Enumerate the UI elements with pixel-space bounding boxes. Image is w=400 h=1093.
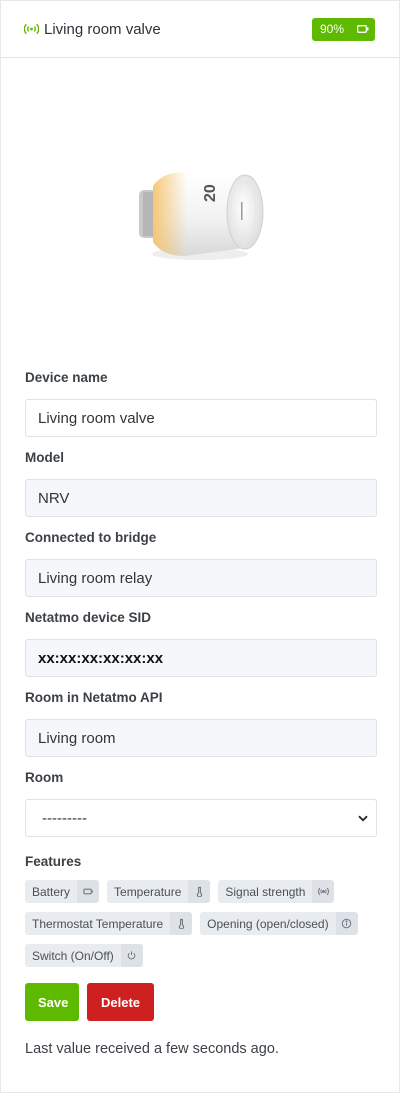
feature-tag-thermostat: Thermostat Temperature bbox=[25, 912, 193, 935]
feature-tag-label: Thermostat Temperature bbox=[32, 916, 164, 931]
room-select[interactable]: --------- bbox=[25, 799, 377, 837]
model-field: Model NRV bbox=[25, 450, 377, 517]
device-name-label: Device name bbox=[25, 370, 108, 385]
feature-tag-label: Switch (On/Off) bbox=[32, 948, 114, 963]
delete-button[interactable]: Delete bbox=[87, 983, 154, 1021]
battery-level: 90% bbox=[319, 22, 344, 36]
last-value-status: Last value received a few seconds ago. bbox=[25, 1041, 279, 1057]
room-select-value: --------- bbox=[42, 809, 87, 827]
feature-tag-signal: Signal strength bbox=[218, 880, 335, 903]
bridge-field: Connected to bridge Living room relay bbox=[25, 530, 377, 597]
feature-tags: Battery Temperature Signal strength Ther… bbox=[25, 880, 377, 967]
save-button[interactable]: Save bbox=[25, 983, 79, 1021]
features-label: Features bbox=[25, 854, 82, 869]
device-name-field: Device name Living room valve bbox=[25, 370, 377, 437]
feature-tag-label: Temperature bbox=[114, 884, 182, 899]
device-title: Living room valve bbox=[44, 20, 161, 38]
api-room-label: Room in Netatmo API bbox=[25, 690, 163, 705]
feature-tag-temperature: Temperature bbox=[107, 880, 211, 903]
room-label: Room bbox=[25, 770, 64, 785]
room-field: Room --------- bbox=[25, 770, 377, 837]
feature-tag-label: Signal strength bbox=[225, 884, 306, 899]
feature-tag-label: Battery bbox=[32, 884, 71, 899]
sid-input: xx:xx:xx:xx:xx:xx bbox=[25, 639, 377, 677]
device-form: Device name Living room valve Model NRV … bbox=[1, 370, 399, 1057]
battery-icon bbox=[357, 25, 369, 33]
device-name-input[interactable]: Living room valve bbox=[25, 399, 377, 437]
features-field: Features Battery Temperature Signal stre… bbox=[25, 854, 375, 967]
device-image-area: 20 bbox=[1, 58, 399, 370]
sid-field: Netatmo device SID xx:xx:xx:xx:xx:xx bbox=[25, 610, 377, 677]
device-card: Living room valve 90% 20 Device name Liv… bbox=[0, 0, 400, 1093]
sid-label: Netatmo device SID bbox=[25, 610, 152, 625]
api-room-field: Room in Netatmo API Living room bbox=[25, 690, 377, 757]
bridge-input: Living room relay bbox=[25, 559, 377, 597]
info-icon bbox=[335, 912, 358, 935]
api-room-input: Living room bbox=[25, 719, 377, 757]
thermometer-icon bbox=[170, 912, 193, 935]
header-title-group: Living room valve bbox=[24, 21, 161, 38]
battery-badge: 90% bbox=[311, 17, 375, 41]
feature-tag-opening: Opening (open/closed) bbox=[200, 912, 358, 935]
model-input: NRV bbox=[25, 479, 377, 517]
feature-tag-label: Opening (open/closed) bbox=[207, 916, 329, 931]
battery-icon bbox=[77, 880, 100, 903]
card-header: Living room valve 90% bbox=[1, 1, 399, 58]
signal-icon bbox=[24, 23, 39, 35]
svg-text:20: 20 bbox=[202, 184, 219, 202]
signal-icon bbox=[312, 880, 335, 903]
power-icon bbox=[120, 944, 143, 967]
chevron-down-icon bbox=[358, 815, 368, 822]
feature-tag-battery: Battery bbox=[25, 880, 100, 903]
bridge-label: Connected to bridge bbox=[25, 530, 157, 545]
thermometer-icon bbox=[188, 880, 211, 903]
form-actions: Save Delete bbox=[25, 983, 375, 1021]
model-label: Model bbox=[25, 450, 64, 465]
valve-image: 20 bbox=[139, 172, 264, 260]
feature-tag-switch: Switch (On/Off) bbox=[25, 944, 143, 967]
